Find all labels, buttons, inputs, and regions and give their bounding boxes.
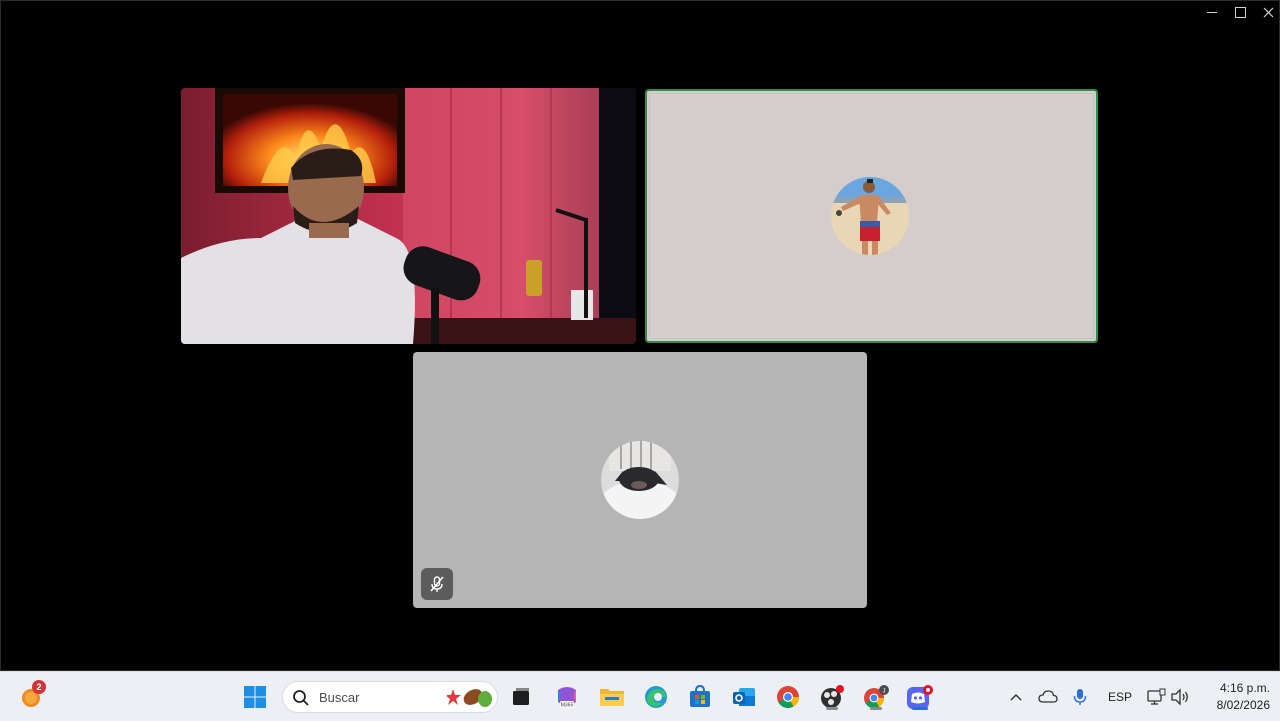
minimize-button[interactable] xyxy=(1198,0,1226,24)
microsoft-store-icon xyxy=(690,685,710,707)
volume-icon xyxy=(1171,688,1188,706)
microphone-icon xyxy=(1073,689,1087,705)
svg-text:M365: M365 xyxy=(561,703,574,709)
onedrive-button[interactable] xyxy=(1032,680,1064,714)
edge-browser-button[interactable] xyxy=(639,680,673,714)
maximize-icon xyxy=(1234,6,1246,18)
title-bar xyxy=(0,0,1280,24)
search-placeholder: Buscar xyxy=(319,690,360,705)
outlook-icon xyxy=(733,688,755,706)
discord-button[interactable] xyxy=(903,680,937,714)
task-view-button[interactable] xyxy=(504,680,538,714)
participant-avatar-tile-speaking[interactable] xyxy=(645,89,1098,343)
clock-button[interactable]: 4:16 p.m. 8/02/2026 xyxy=(1198,680,1270,714)
chrome-profile-button[interactable]: J xyxy=(859,680,893,714)
close-button[interactable] xyxy=(1254,0,1280,24)
widgets-notification-badge: 2 xyxy=(32,680,46,694)
chevron-up-icon xyxy=(1010,693,1022,701)
clock-time: 4:16 p.m. xyxy=(1219,681,1270,695)
muted-indicator xyxy=(421,568,453,600)
m365-copilot-icon: M365 xyxy=(558,687,576,709)
outlook-button[interactable] xyxy=(727,680,761,714)
maximize-button[interactable] xyxy=(1226,0,1254,24)
running-indicator xyxy=(826,707,838,710)
windows-logo-icon xyxy=(244,686,266,708)
participant-avatar-tile-muted[interactable] xyxy=(413,352,867,608)
minimize-icon xyxy=(1207,11,1217,13)
m365-copilot-button[interactable]: M365 xyxy=(550,680,584,714)
avatar-image-beach xyxy=(831,177,909,255)
taskbar-search-box[interactable]: Buscar xyxy=(282,681,498,713)
microphone-in-use-button[interactable] xyxy=(1064,680,1096,714)
file-explorer-button[interactable] xyxy=(595,680,629,714)
search-icon xyxy=(293,690,309,706)
start-button[interactable] xyxy=(238,680,272,714)
clock-date: 8/02/2026 xyxy=(1216,698,1270,712)
active-window-indicator xyxy=(912,707,928,710)
mic-muted-icon xyxy=(430,576,444,592)
cloud-icon xyxy=(1038,690,1058,703)
obs-button[interactable] xyxy=(815,680,849,714)
volume-button[interactable] xyxy=(1166,680,1194,714)
running-indicator xyxy=(870,707,882,710)
show-hidden-icons-button[interactable] xyxy=(1000,680,1032,714)
network-ethernet-icon xyxy=(1147,688,1166,705)
avatar-image-pet xyxy=(601,441,679,519)
participant-avatar xyxy=(601,441,679,519)
edge-icon xyxy=(645,686,667,708)
participant-avatar xyxy=(831,177,909,255)
search-highlight-football-icon xyxy=(447,689,492,707)
chrome-icon xyxy=(777,686,799,708)
svg-text:J: J xyxy=(883,688,886,694)
participant-video-tile[interactable] xyxy=(181,88,636,344)
microsoft-store-button[interactable] xyxy=(683,680,717,714)
file-explorer-icon xyxy=(600,689,624,706)
task-view-icon xyxy=(513,688,529,705)
chrome-button[interactable] xyxy=(771,680,805,714)
camera-video-feed xyxy=(181,88,636,344)
taskbar: 2 Buscar M365 J ESP 4:16 p.m. 8/02/2026 xyxy=(0,671,1280,721)
close-icon xyxy=(1263,7,1273,17)
input-language-indicator[interactable]: ESP xyxy=(1108,690,1132,704)
